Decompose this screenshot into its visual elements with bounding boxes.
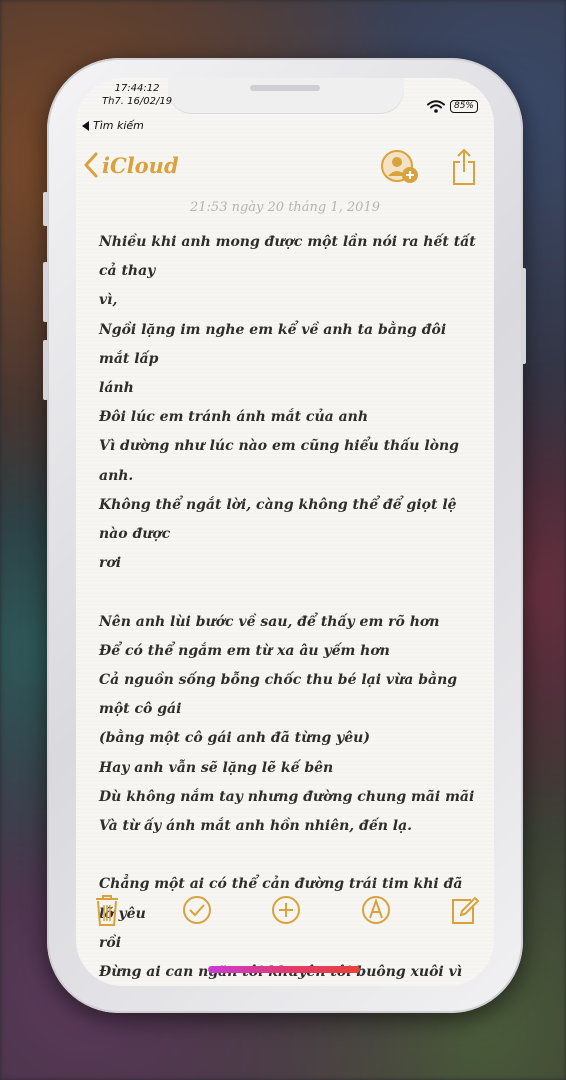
note-line: Dù không nắm tay nhưng đường chung mãi m…	[99, 788, 475, 805]
notch	[168, 78, 404, 114]
markup-icon	[361, 896, 390, 924]
nav-actions	[380, 148, 476, 186]
note-line: Cả nguồn sống bỗng chốc thu bé lại vừa b…	[99, 672, 462, 718]
back-to-search-label: Tìm kiếm	[93, 119, 144, 132]
battery-indicator: 85%	[449, 100, 478, 113]
chevron-left-icon	[84, 152, 98, 178]
note-line: Vì dường như lúc nào em cũng hiểu thấu l…	[99, 438, 464, 484]
phone-screen: 17:44:12 Th7. 16/02/19 85% Tìm kiếm iClo…	[76, 78, 494, 986]
checklist-button[interactable]	[182, 893, 212, 927]
volume-up-button	[43, 262, 48, 322]
note-line: Không thể ngắt lời, càng không thể để gi…	[99, 496, 462, 543]
note-blank-line	[99, 578, 476, 607]
note-timestamp: 21:53 ngày 20 tháng 1, 2019	[190, 200, 380, 215]
icloud-back-label: iCloud	[102, 152, 179, 178]
volume-down-button	[43, 340, 48, 400]
note-line: Nên anh lùi bước về sau, để thấy em rõ h…	[99, 613, 440, 630]
share-icon[interactable]	[452, 148, 476, 186]
checklist-icon	[182, 896, 211, 924]
note-line: lánh	[99, 380, 134, 397]
note-line: Và từ ấy ánh mắt anh hồn nhiên, đến lạ.	[99, 818, 413, 835]
note-line: Đôi lúc em tránh ánh mắt của anh	[99, 409, 369, 426]
bottom-toolbar	[76, 890, 494, 930]
note-line: rồi	[99, 934, 122, 951]
power-button	[521, 268, 526, 364]
compose-button[interactable]	[450, 893, 480, 927]
note-line: rơi	[99, 555, 122, 572]
status-clock: 17:44:12 Th7. 16/02/19	[102, 82, 172, 108]
back-to-search-link[interactable]: Tìm kiếm	[82, 119, 144, 132]
compose-icon	[452, 896, 479, 924]
home-indicator[interactable]	[208, 966, 360, 973]
back-triangle-icon	[82, 120, 89, 131]
note-line: Ngồi lặng im nghe em kể về anh ta bằng đ…	[99, 321, 452, 367]
trash-icon	[96, 895, 118, 926]
status-right: 85%	[426, 100, 478, 113]
note-line: vì,	[99, 292, 118, 309]
speaker-grille	[250, 85, 320, 91]
note-line: Để có thể ngắm em từ xa âu yếm hơn	[99, 642, 390, 659]
wifi-icon	[426, 100, 445, 113]
note-line: Nhiều khi anh mong được một lần nói ra h…	[99, 234, 481, 280]
note-text[interactable]: Nhiều khi anh mong được một lần nói ra h…	[99, 228, 476, 986]
add-people-icon[interactable]	[380, 149, 420, 185]
icloud-back-button[interactable]: iCloud	[84, 152, 179, 178]
note-line: (bằng một cô gái anh đã từng yêu)	[99, 730, 370, 747]
add-button[interactable]	[271, 893, 301, 927]
delete-button[interactable]	[92, 893, 122, 927]
add-icon	[272, 896, 300, 924]
note-blank-line	[99, 841, 476, 870]
markup-button[interactable]	[361, 893, 391, 927]
silent-switch	[43, 192, 48, 226]
note-line: Hay anh vẫn sẽ lặng lẽ kế bên	[99, 759, 334, 776]
status-time: 17:44:12	[114, 83, 160, 94]
status-date: Th7. 16/02/19	[102, 96, 173, 107]
